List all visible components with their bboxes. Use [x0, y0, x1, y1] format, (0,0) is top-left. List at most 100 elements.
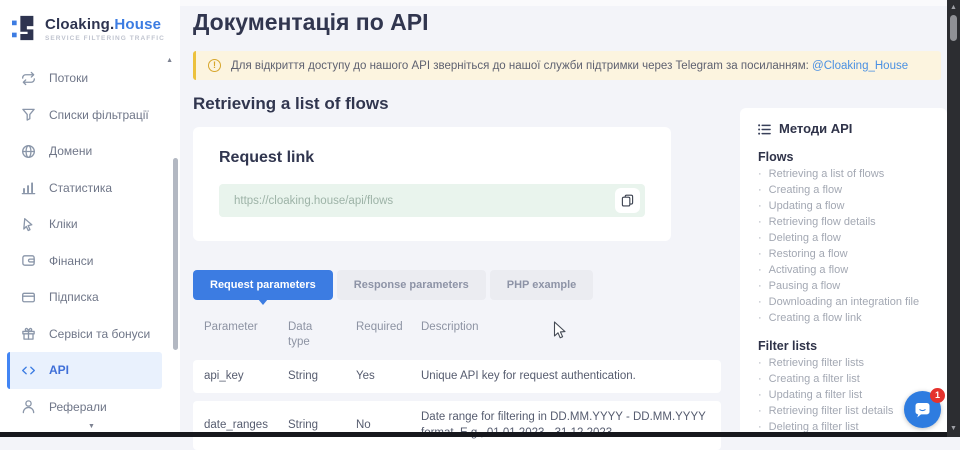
notice-text: Для відкриття доступу до нашого API звер…: [231, 60, 908, 72]
table-row: date_rangesStringNoDate range for filter…: [193, 401, 721, 450]
bullet: ·: [758, 403, 762, 419]
subscription-icon: [21, 290, 36, 305]
bullet: ·: [758, 387, 762, 403]
bullet: ·: [758, 355, 762, 371]
sidebar-item-label: Сервіси та бонуси: [49, 327, 150, 341]
list-icon: [758, 123, 771, 136]
chat-bubble-icon: [912, 399, 933, 420]
sidebar-item-subscription[interactable]: Підписка: [0, 279, 180, 316]
tab-2[interactable]: PHP example: [490, 270, 594, 300]
sidebar-scrollbar-thumb[interactable]: [173, 158, 178, 350]
methods-link[interactable]: ·Retrieving a list of flows: [758, 166, 937, 182]
methods-link[interactable]: ·Updating a flow: [758, 198, 937, 214]
page-title: Документація по API: [180, 0, 947, 36]
clicks-icon: [21, 217, 36, 232]
app-window: Cloaking.House SERVICE FILTERING TRAFFIC…: [0, 0, 960, 437]
cloaking-house-logo-icon: [12, 13, 38, 43]
column-header: Required: [356, 320, 421, 350]
bullet: ·: [758, 214, 762, 230]
column-header: Data type: [288, 320, 324, 350]
table-cell: api_key: [204, 369, 288, 385]
scrollbar-up-icon[interactable]: ▲: [947, 4, 960, 11]
sidebar-item-label: Потоки: [49, 71, 88, 85]
sidebar-item-referrals[interactable]: Реферали: [0, 389, 180, 426]
table-header-row: ParameterData type RequiredDescription: [193, 311, 721, 360]
table-cell: Yes: [356, 369, 421, 385]
sidebar-item-domains[interactable]: Домени: [0, 133, 180, 170]
methods-link[interactable]: ·Retrieving flow details: [758, 214, 937, 230]
sidebar-item-statistics[interactable]: Статистика: [0, 170, 180, 207]
sidebar-item-label: Реферали: [49, 400, 107, 414]
scrollbar-down-icon[interactable]: ▼: [947, 425, 960, 432]
api-methods-panel: Методи API Flows·Retrieving a list of fl…: [740, 108, 947, 437]
finance-icon: [21, 253, 36, 268]
methods-list: Flows·Retrieving a list of flows·Creatin…: [758, 149, 937, 437]
column-header: Parameter: [204, 320, 288, 350]
sidebar-item-api[interactable]: API: [7, 352, 162, 389]
bottom-edge-bar: [0, 432, 947, 437]
sidebar-item-label: Домени: [49, 144, 92, 158]
info-icon: !: [208, 59, 221, 72]
telegram-link[interactable]: @Cloaking_House: [812, 60, 908, 72]
tab-1[interactable]: Response parameters: [337, 270, 486, 300]
request-url: https://cloaking.house/api/flows: [234, 195, 615, 207]
chat-widget-button[interactable]: 1: [904, 391, 941, 428]
scrollbar-thumb[interactable]: [950, 15, 957, 41]
methods-link[interactable]: ·Pausing a flow: [758, 278, 937, 294]
sidebar-item-clicks[interactable]: Кліки: [0, 206, 180, 243]
tab-0[interactable]: Request parameters: [193, 270, 333, 300]
sidebar-item-services[interactable]: Сервіси та бонуси: [0, 316, 180, 353]
table-cell: String: [288, 369, 356, 385]
methods-section-heading: Flows: [758, 149, 937, 166]
bullet: ·: [758, 310, 762, 326]
main-content: Документація по API ! Для відкриття дост…: [180, 0, 947, 437]
methods-link[interactable]: ·Activating a flow: [758, 262, 937, 278]
methods-section-heading: Filter lists: [758, 338, 937, 355]
notice-banner: ! Для відкриття доступу до нашого API зв…: [193, 51, 941, 80]
browser-scrollbar[interactable]: ▲ ▼: [947, 0, 960, 437]
methods-link[interactable]: ·Deleting a flow: [758, 230, 937, 246]
column-header: Description: [421, 320, 721, 350]
methods-link[interactable]: ·Creating a flow link: [758, 310, 937, 326]
sidebar-item-label: API: [49, 363, 69, 377]
bullet: ·: [758, 294, 762, 310]
stats-icon: [21, 180, 36, 195]
methods-link[interactable]: ·Creating a flow: [758, 182, 937, 198]
request-link-title: Request link: [219, 149, 645, 167]
methods-link[interactable]: ·Restoring a flow: [758, 246, 937, 262]
copy-icon: [621, 194, 634, 207]
table-cell: Unique API key for request authenticatio…: [421, 369, 709, 385]
sidebar-scroll-down-icon[interactable]: ▼: [88, 423, 95, 430]
domains-icon: [21, 144, 36, 159]
api-icon: [21, 363, 36, 378]
sidebar-item-label: Списки фільтрації: [49, 108, 149, 122]
brand-logo[interactable]: Cloaking.House SERVICE FILTERING TRAFFIC: [0, 0, 180, 43]
filter-icon: [21, 107, 36, 122]
sidebar-nav: Потоки Списки фільтрації Домени Статистика К…: [0, 60, 180, 425]
flows-icon: [21, 71, 36, 86]
sidebar-item-label: Кліки: [49, 217, 78, 231]
bullet: ·: [758, 230, 762, 246]
request-link-card: Request link https://cloaking.house/api/…: [193, 127, 671, 241]
methods-link[interactable]: ·Downloading an integration file: [758, 294, 937, 310]
sidebar-item-finance[interactable]: Фінанси: [0, 243, 180, 280]
referrals-icon: [21, 399, 36, 414]
sidebar-item-flows[interactable]: Потоки: [0, 60, 180, 97]
brand-name: Cloaking.House: [45, 16, 165, 33]
bullet: ·: [758, 182, 762, 198]
methods-panel-title: Методи API: [758, 121, 937, 137]
copy-url-button[interactable]: [615, 188, 640, 213]
sidebar: Cloaking.House SERVICE FILTERING TRAFFIC…: [0, 0, 180, 437]
services-icon: [21, 326, 36, 341]
methods-link[interactable]: ·Retrieving filter lists: [758, 355, 937, 371]
methods-link[interactable]: ·Creating a filter list: [758, 371, 937, 387]
chat-notification-badge: 1: [930, 388, 945, 403]
bullet: ·: [758, 262, 762, 278]
sidebar-scroll-up-icon[interactable]: ▲: [166, 57, 173, 64]
bullet: ·: [758, 371, 762, 387]
parameters-table: ParameterData type RequiredDescription ap…: [193, 311, 721, 450]
sidebar-item-label: Статистика: [49, 181, 112, 195]
sidebar-item-label: Фінанси: [49, 254, 93, 268]
sidebar-item-filter-lists[interactable]: Списки фільтрації: [0, 97, 180, 134]
bullet: ·: [758, 198, 762, 214]
